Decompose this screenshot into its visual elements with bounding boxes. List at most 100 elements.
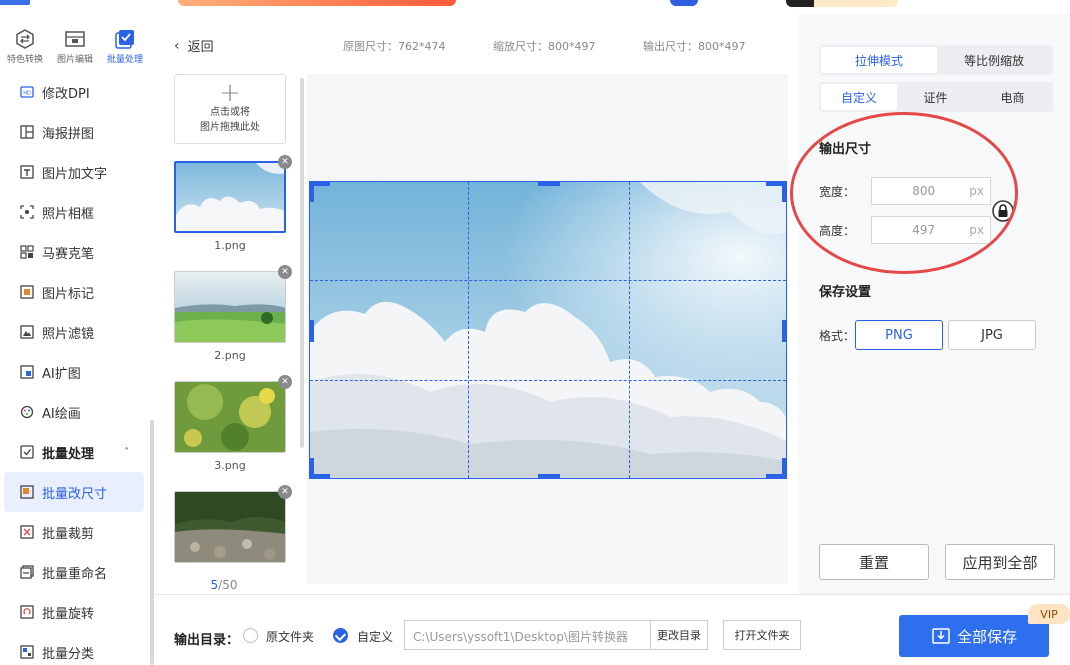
header-action-pill[interactable] bbox=[786, 0, 898, 7]
counter-total: /50 bbox=[218, 578, 238, 592]
radio-original-label[interactable]: 原文件夹 bbox=[266, 628, 314, 645]
sidebar-item-photo-frame[interactable]: 照片相框 bbox=[0, 192, 152, 232]
tab-stretch-mode[interactable]: 拉伸模式 bbox=[821, 47, 937, 73]
settings-panel: 拉伸模式 等比例缩放 自定义 证件 电商 输出尺寸 宽度： 800 px 高度：… bbox=[790, 14, 1070, 594]
crop-handle-bottom[interactable] bbox=[538, 474, 560, 478]
rename-icon bbox=[20, 565, 34, 579]
close-icon[interactable]: ✕ bbox=[278, 265, 292, 279]
batch-check-icon bbox=[20, 445, 34, 459]
crop-handle-left[interactable] bbox=[310, 320, 314, 342]
frame-icon bbox=[20, 205, 34, 219]
sidebar-item-photo-filter[interactable]: 照片滤镜 bbox=[0, 312, 152, 352]
tab-label: 图片编辑 bbox=[56, 55, 93, 65]
vip-badge: VIP bbox=[1028, 604, 1070, 624]
thumbnail-item[interactable]: 2.png ✕ bbox=[174, 265, 292, 362]
sidebar-item-add-text[interactable]: 图片加文字 bbox=[0, 152, 152, 192]
tab-ecommerce[interactable]: 电商 bbox=[974, 84, 1051, 110]
crop-handle-top-left[interactable] bbox=[310, 182, 314, 202]
close-icon[interactable]: ✕ bbox=[278, 485, 292, 499]
grid-line bbox=[310, 380, 786, 381]
mark-icon bbox=[20, 285, 34, 299]
chevron-up-icon[interactable]: ˄ bbox=[124, 447, 129, 458]
sidebar-item-ai-paint[interactable]: AI绘画 bbox=[0, 392, 152, 432]
preview-image bbox=[310, 182, 786, 478]
tab-special-convert[interactable]: 特色转换 bbox=[0, 14, 50, 66]
close-icon[interactable]: ✕ bbox=[278, 155, 292, 169]
radio-custom-folder[interactable] bbox=[333, 628, 348, 643]
sidebar-item-label: 修改DPI bbox=[42, 86, 90, 102]
thumbnail-name: 3.png bbox=[214, 459, 246, 472]
nav-scrollbar[interactable] bbox=[150, 420, 154, 665]
format-jpg-button[interactable]: JPG bbox=[948, 320, 1036, 350]
sidebar-item-batch-rename[interactable]: 批量重命名 bbox=[0, 552, 152, 592]
thumbnail-list: + 点击或将 图片拖拽此处 1.png ✕ 2.png ✕ 3.png ✕ ✕ … bbox=[174, 74, 292, 592]
column-gap bbox=[155, 14, 162, 594]
batch-check-icon bbox=[115, 30, 134, 49]
apply-all-button[interactable]: 应用到全部 bbox=[945, 544, 1055, 580]
thumbnail-image bbox=[174, 271, 286, 343]
promo-banner[interactable] bbox=[178, 0, 456, 6]
sidebar-item-batch-crop[interactable]: 批量裁剪 bbox=[0, 512, 152, 552]
tab-id-photo[interactable]: 证件 bbox=[897, 84, 974, 110]
mode-tabs: 拉伸模式 等比例缩放 bbox=[819, 45, 1053, 75]
sidebar-item-modify-dpi[interactable]: HD 修改DPI bbox=[0, 72, 152, 112]
rotate-icon bbox=[20, 605, 34, 619]
sidebar-group-batch[interactable]: 批量处理 ˄ bbox=[0, 432, 152, 472]
back-label: 返回 bbox=[187, 40, 214, 55]
crop-handle-bottom-left[interactable] bbox=[310, 458, 314, 478]
nav-top-tabs: 特色转换 图片编辑 批量处理 bbox=[0, 14, 155, 66]
download-icon bbox=[932, 628, 950, 644]
bottom-bar: 输出目录： 原文件夹 自定义 C:\Users\yssoft1\Desktop\… bbox=[155, 594, 1070, 665]
open-folder-button[interactable]: 打开文件夹 bbox=[723, 620, 801, 650]
sidebar-item-poster-collage[interactable]: 海报拼图 bbox=[0, 112, 152, 152]
sidebar-item-label: 批量旋转 bbox=[42, 606, 95, 622]
annotation-circle bbox=[790, 112, 1018, 274]
grid-line bbox=[310, 280, 786, 281]
sidebar-item-batch-classify[interactable]: 批量分类 bbox=[0, 632, 152, 665]
save-all-button[interactable]: 全部保存 bbox=[899, 615, 1049, 657]
sidebar-item-image-mark[interactable]: 图片标记 bbox=[0, 272, 152, 312]
ai-expand-icon bbox=[20, 365, 34, 379]
hd-icon: HD bbox=[20, 85, 34, 99]
crop-icon bbox=[20, 525, 34, 539]
app-logo bbox=[0, 0, 30, 5]
crop-handle-right[interactable] bbox=[782, 320, 786, 342]
change-dir-button[interactable]: 更改目录 bbox=[650, 620, 708, 650]
sidebar-group-label: 批量处理 bbox=[42, 446, 95, 462]
resize-icon bbox=[20, 485, 34, 499]
sidebar-item-label: 批量改尺寸 bbox=[42, 486, 108, 502]
tab-proportional-scale[interactable]: 等比例缩放 bbox=[937, 47, 1051, 73]
crop-handle-top[interactable] bbox=[538, 182, 560, 186]
sidebar-item-label: AI扩图 bbox=[42, 366, 81, 382]
sidebar-item-mosaic[interactable]: 马赛克笔 bbox=[0, 232, 152, 272]
ai-paint-icon bbox=[20, 405, 34, 419]
tab-custom[interactable]: 自定义 bbox=[821, 84, 897, 110]
sidebar-item-batch-resize[interactable]: 批量改尺寸 bbox=[4, 472, 144, 512]
thumbnail-scrollbar[interactable] bbox=[300, 78, 304, 448]
image-counter: 5/50 bbox=[174, 578, 274, 592]
reset-button[interactable]: 重置 bbox=[819, 544, 929, 580]
add-image-dropzone[interactable]: + 点击或将 图片拖拽此处 bbox=[174, 74, 286, 144]
crop-preview-image[interactable] bbox=[309, 181, 787, 479]
tab-batch-process[interactable]: 批量处理 bbox=[100, 14, 150, 66]
format-png-button[interactable]: PNG bbox=[855, 320, 943, 350]
close-icon[interactable]: ✕ bbox=[278, 375, 292, 389]
output-path-input[interactable]: C:\Users\yssoft1\Desktop\图片转换器 bbox=[404, 620, 650, 650]
crop-handle-bottom-right[interactable] bbox=[782, 458, 786, 478]
back-button[interactable]: ‹ 返回 bbox=[174, 36, 214, 56]
mosaic-icon bbox=[20, 245, 34, 259]
sidebar-item-ai-expand[interactable]: AI扩图 bbox=[0, 352, 152, 392]
sidebar-item-label: 马赛克笔 bbox=[42, 246, 95, 262]
thumbnail-item[interactable]: 3.png ✕ bbox=[174, 375, 292, 472]
radio-custom-label[interactable]: 自定义 bbox=[357, 628, 393, 645]
radio-original-folder[interactable] bbox=[243, 628, 258, 643]
image-edit-icon bbox=[65, 31, 85, 47]
sidebar-item-batch-rotate[interactable]: 批量旋转 bbox=[0, 592, 152, 632]
user-avatar[interactable] bbox=[670, 0, 698, 6]
crop-handle-top-right[interactable] bbox=[782, 182, 786, 202]
tab-label: 批量处理 bbox=[106, 55, 143, 65]
thumbnail-item[interactable]: ✕ bbox=[174, 485, 292, 563]
thumbnail-item[interactable]: 1.png ✕ bbox=[174, 155, 292, 252]
output-dir-label: 输出目录： bbox=[174, 633, 240, 648]
tab-image-edit[interactable]: 图片编辑 bbox=[50, 14, 100, 66]
